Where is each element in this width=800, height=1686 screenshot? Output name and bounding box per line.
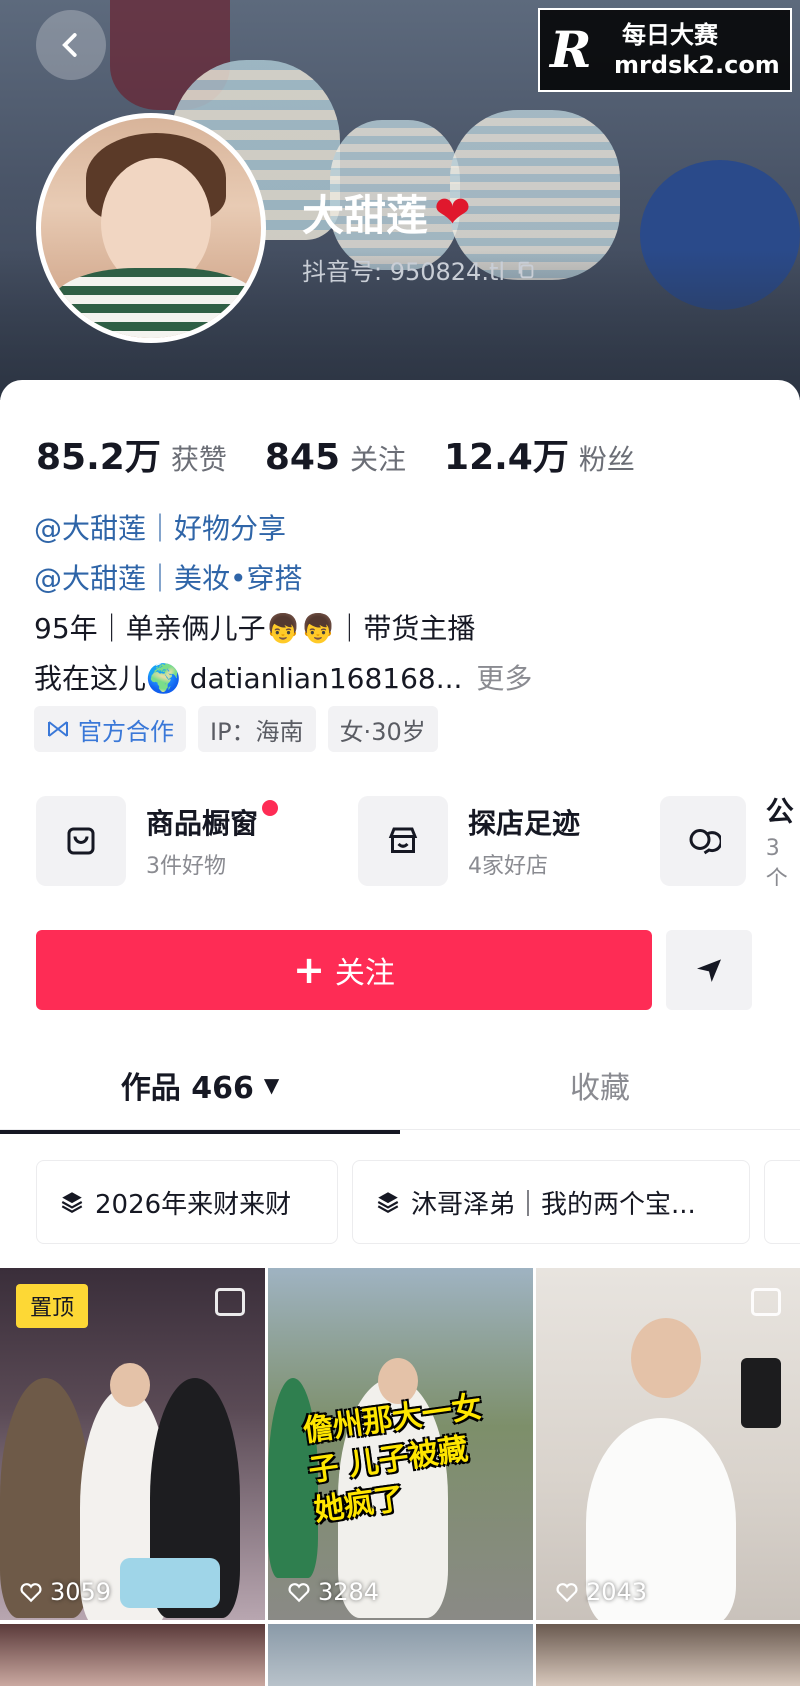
bow-tie-icon bbox=[48, 721, 68, 737]
profile-tags: 官方合作 IP：海南 女·30岁 bbox=[34, 706, 438, 752]
like-count: 2043 bbox=[554, 1578, 647, 1606]
stats-row: 85.2万 获赞 845 关注 12.4万 粉丝 bbox=[36, 428, 673, 480]
video-thumbnail[interactable]: 置顶 3059 bbox=[0, 1268, 265, 1620]
plus-icon: + bbox=[293, 948, 325, 992]
notification-dot bbox=[262, 800, 279, 816]
video-thumbnail[interactable]: 儋州那大一女子 儿子被藏 她疯了 3284 bbox=[268, 1268, 533, 1620]
chevron-left-icon bbox=[62, 33, 77, 57]
collection-chip[interactable]: 沐哥泽弟｜我的两个宝... bbox=[352, 1160, 750, 1244]
gallery-icon bbox=[215, 1288, 245, 1316]
official-collab-tag[interactable]: 官方合作 bbox=[34, 706, 186, 752]
services-row: 商品橱窗 3件好物 探店足迹 4家好店 公 3个 bbox=[36, 796, 800, 886]
profile-nickname: 大甜莲 ❤ bbox=[302, 186, 471, 240]
stat-followers[interactable]: 12.4万 粉丝 bbox=[444, 428, 635, 480]
video-thumbnail[interactable] bbox=[536, 1624, 800, 1686]
video-thumbnail[interactable]: 2043 bbox=[536, 1268, 800, 1620]
more-link[interactable]: 更多 bbox=[476, 662, 532, 695]
heart-outline-icon bbox=[288, 1583, 310, 1603]
douyin-id[interactable]: 抖音号: 950824.tl bbox=[302, 252, 537, 287]
service-store-visits[interactable]: 探店足迹 4家好店 bbox=[358, 796, 580, 886]
back-button[interactable] bbox=[36, 10, 106, 80]
watermark-logo: R bbox=[550, 20, 592, 79]
bio-line-4: 我在这儿🌍 datianlian168168... 更多 bbox=[34, 662, 533, 695]
layers-icon bbox=[61, 1192, 83, 1213]
profile-page: R 每日大赛 mrdsk2.com 大甜莲 ❤ 抖音号: 950824.tl 8… bbox=[0, 0, 800, 1686]
share-button[interactable] bbox=[666, 930, 752, 1010]
collection-chip[interactable] bbox=[764, 1160, 800, 1244]
bio-line-1[interactable]: @大甜莲｜好物分享 bbox=[34, 504, 532, 554]
ip-location-tag: IP：海南 bbox=[198, 706, 316, 752]
watermark: R 每日大赛 mrdsk2.com bbox=[538, 8, 792, 92]
send-icon bbox=[697, 959, 721, 982]
video-thumbnail[interactable] bbox=[268, 1624, 533, 1686]
content-tabs: 作品 466 ▼ 收藏 bbox=[0, 1040, 800, 1130]
profile-card: 85.2万 获赞 845 关注 12.4万 粉丝 @大甜莲｜好物分享 @大甜莲｜… bbox=[0, 380, 800, 1686]
bio-line-3: 95年｜单亲俩儿子👦👦｜带货主播 bbox=[34, 612, 476, 645]
stat-likes[interactable]: 85.2万 获赞 bbox=[36, 428, 227, 480]
gallery-icon bbox=[751, 1288, 781, 1316]
heart-outline-icon bbox=[20, 1583, 42, 1603]
tab-works[interactable]: 作品 466 ▼ bbox=[0, 1040, 400, 1130]
pinned-badge: 置顶 bbox=[16, 1284, 88, 1328]
video-grid: 置顶 3059 儋州那大一女子 儿子被藏 她疯了 3284 2043 bbox=[0, 1268, 800, 1686]
like-count: 3284 bbox=[286, 1578, 379, 1606]
tab-favorites[interactable]: 收藏 bbox=[400, 1040, 800, 1130]
heart-icon: ❤ bbox=[434, 186, 471, 238]
copy-icon[interactable] bbox=[515, 259, 537, 281]
chat-bubbles-icon bbox=[689, 829, 721, 855]
bio: @大甜莲｜好物分享 @大甜莲｜美妆•穿搭 95年｜单亲俩儿子👦👦｜带货主播 我在… bbox=[34, 504, 532, 704]
watermark-url: mrdsk2.com bbox=[614, 51, 780, 79]
service-group-chat[interactable]: 公 3个 bbox=[660, 796, 800, 886]
stat-following[interactable]: 845 关注 bbox=[265, 437, 406, 478]
collections-row: 2026年来财来财 沐哥泽弟｜我的两个宝... bbox=[36, 1160, 800, 1244]
bio-line-2[interactable]: @大甜莲｜美妆•穿搭 bbox=[34, 554, 532, 604]
gender-age-tag: 女·30岁 bbox=[327, 706, 438, 752]
video-thumbnail[interactable] bbox=[0, 1624, 265, 1686]
like-count: 3059 bbox=[18, 1578, 111, 1606]
caret-down-icon: ▼ bbox=[263, 1073, 280, 1097]
layers-icon bbox=[377, 1192, 399, 1213]
service-shop-window[interactable]: 商品橱窗 3件好物 bbox=[36, 796, 279, 886]
shopping-bag-icon bbox=[67, 827, 95, 855]
avatar[interactable] bbox=[36, 113, 266, 343]
collection-chip[interactable]: 2026年来财来财 bbox=[36, 1160, 338, 1244]
active-tab-indicator bbox=[0, 1130, 400, 1134]
heart-outline-icon bbox=[556, 1583, 578, 1603]
watermark-title: 每日大赛 bbox=[622, 21, 718, 49]
store-icon bbox=[388, 827, 418, 853]
follow-button[interactable]: + 关注 bbox=[36, 930, 652, 1010]
